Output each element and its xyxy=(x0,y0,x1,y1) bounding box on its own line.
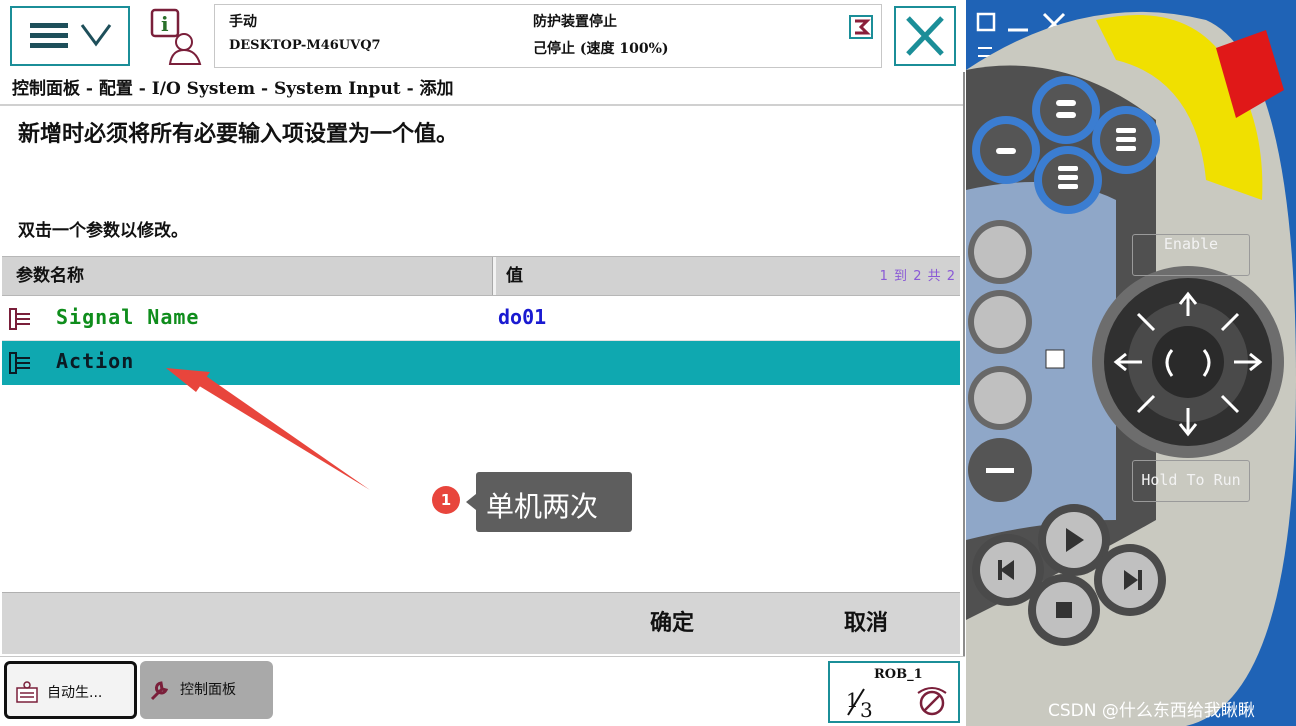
main-menu-button[interactable] xyxy=(10,6,130,66)
column-header-value[interactable]: 值 xyxy=(506,261,523,286)
close-button[interactable] xyxy=(894,6,956,66)
flexpendant-screen: i 手动 DESKTOP-M46UVQ7 防护装置停止 己停止 (速度 100%… xyxy=(0,0,965,726)
annotation-number: 1 xyxy=(432,486,460,514)
parameter-name: Action xyxy=(56,349,135,373)
wrench-icon xyxy=(150,681,169,701)
page-hint: 双击一个参数以修改。 xyxy=(18,221,188,241)
production-window-icon xyxy=(16,681,38,703)
menu-icon xyxy=(30,23,112,48)
watermark-text: CSDN @什么东西给我瞅瞅 xyxy=(1048,701,1255,721)
top-bar: i 手动 DESKTOP-M46UVQ7 防护装置停止 己停止 (速度 100%… xyxy=(0,0,965,72)
divider xyxy=(0,104,963,106)
parameter-value: do01 xyxy=(498,305,547,329)
ok-button[interactable]: 确定 xyxy=(650,605,694,637)
table-row-selected[interactable]: Action xyxy=(2,341,960,385)
status-panel[interactable]: 手动 DESKTOP-M46UVQ7 防护装置停止 己停止 (速度 100%) xyxy=(214,4,882,68)
controller-name: DESKTOP-M46UVQ7 xyxy=(229,38,381,53)
cancel-button[interactable]: 取消 xyxy=(844,605,888,637)
hold-to-run-button[interactable]: Hold To Run xyxy=(1132,460,1250,502)
enable-button[interactable]: Enable xyxy=(1132,234,1250,276)
task-label: 自动生... xyxy=(47,685,103,701)
parameter-name: Signal Name xyxy=(56,305,200,329)
parameter-icon xyxy=(9,308,30,330)
guard-status: 防护装置停止 xyxy=(533,14,617,30)
enable-label: Enable xyxy=(1163,235,1219,253)
svg-text:i: i xyxy=(161,12,169,36)
column-header-name[interactable]: 参数名称 xyxy=(16,261,84,286)
svg-text:3: 3 xyxy=(860,698,873,721)
controller-state: 己停止 (速度 100%) xyxy=(533,41,669,57)
action-bar: 确定 取消 xyxy=(2,592,960,654)
quickset-button[interactable]: ROB_1 1 3 xyxy=(828,661,960,723)
pendant-hardware-drawing xyxy=(966,11,1296,726)
task-control-panel[interactable]: 控制面板 xyxy=(140,661,273,719)
column-divider xyxy=(492,257,496,295)
annotation-text: 单机两次 xyxy=(486,490,599,523)
annotation-callout: 单机两次 xyxy=(476,472,632,532)
page-instruction: 新增时必须将所有必要输入项设置为一个值。 xyxy=(18,122,459,147)
speed-icon: 1 3 xyxy=(846,687,947,721)
event-log-icon[interactable]: i xyxy=(148,8,204,66)
pager-text: 1 到 2 共 2 xyxy=(879,269,956,284)
task-auto-production[interactable]: 自动生... xyxy=(4,661,137,719)
task-label: 控制面板 xyxy=(180,682,236,698)
table-header: 参数名称 值 1 到 2 共 2 xyxy=(2,256,960,296)
breadcrumb: 控制面板 - 配置 - I/O System - System Input - … xyxy=(12,79,454,99)
pendant-hardware: Enable Hold To Run xyxy=(966,0,1296,726)
operation-mode: 手动 xyxy=(229,14,257,30)
taskbar: 自动生... 控制面板 ROB_1 1 3 xyxy=(0,656,965,726)
close-icon xyxy=(906,16,944,56)
parameter-icon xyxy=(9,352,30,374)
hold-to-run-label: Hold To Run xyxy=(1141,471,1241,489)
table-row[interactable]: Signal Name do01 xyxy=(2,297,960,341)
annotation-pointer xyxy=(466,494,476,510)
status-flag-icon xyxy=(849,15,873,39)
